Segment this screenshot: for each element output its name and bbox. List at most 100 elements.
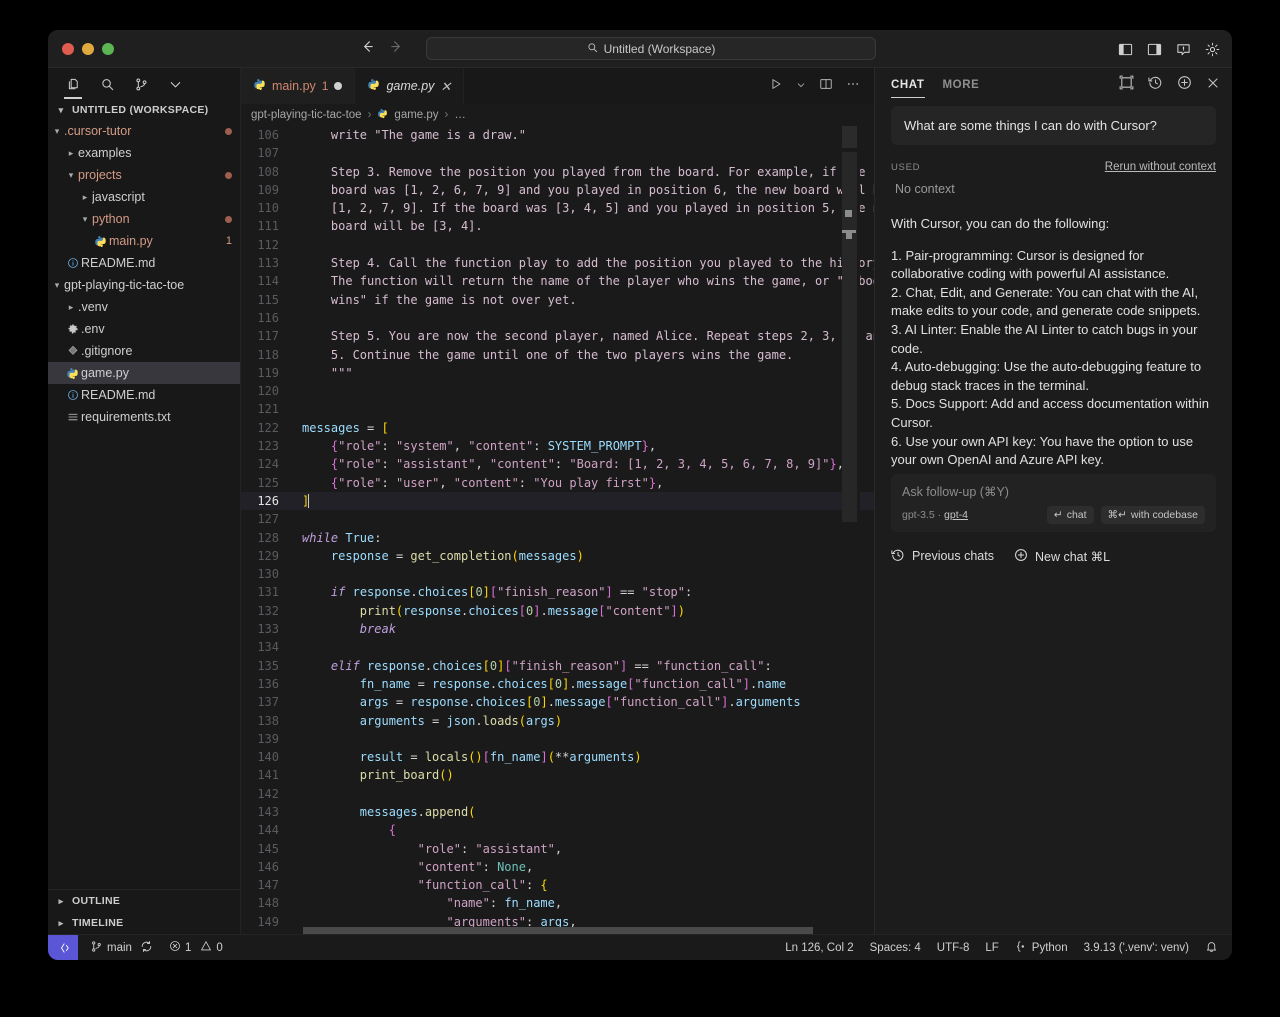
split-editor-icon[interactable] bbox=[819, 77, 833, 96]
maximize-window-button[interactable] bbox=[102, 42, 114, 55]
code-line[interactable]: 135 elif response.choices[0]["finish_rea… bbox=[241, 657, 874, 675]
command-search-box[interactable]: Untitled (Workspace) bbox=[426, 37, 876, 60]
code-line[interactable]: 139 bbox=[241, 730, 874, 748]
code-line[interactable]: 123 {"role": "system", "content": SYSTEM… bbox=[241, 437, 874, 455]
model-gpt35[interactable]: gpt-3.5 bbox=[902, 509, 935, 521]
run-dropdown-icon[interactable] bbox=[796, 77, 806, 95]
breadcrumb-file[interactable]: game.py bbox=[394, 109, 438, 121]
run-icon[interactable] bbox=[769, 77, 783, 96]
chat-input-placeholder[interactable]: Ask follow-up (⌘Y) bbox=[902, 484, 1205, 499]
code-line[interactable]: 147 "function_call": { bbox=[241, 876, 874, 894]
chevron-right-icon[interactable]: ▸ bbox=[64, 302, 78, 313]
tree-item-examples[interactable]: ▸ examples bbox=[48, 142, 240, 164]
editor-vertical-scrollbar[interactable] bbox=[860, 126, 874, 934]
code-line[interactable]: 127 bbox=[241, 510, 874, 528]
code-line[interactable]: 131 if response.choices[0]["finish_reaso… bbox=[241, 583, 874, 601]
code-line[interactable]: 146 "content": None, bbox=[241, 858, 874, 876]
chevron-down-icon[interactable]: ▾ bbox=[78, 214, 92, 225]
close-tab-icon[interactable]: ✕ bbox=[440, 80, 451, 93]
editor-minimap[interactable] bbox=[842, 126, 860, 934]
tree-item-requirements-txt[interactable]: requirements.txt bbox=[48, 406, 240, 428]
tree-item-gpt-playing-tic-tac-toe[interactable]: ▾ gpt-playing-tic-tac-toe bbox=[48, 274, 240, 296]
sync-icon[interactable] bbox=[140, 940, 153, 956]
chevron-right-icon[interactable]: ▸ bbox=[78, 192, 92, 203]
breadcrumb-symbol[interactable]: … bbox=[454, 109, 466, 121]
code-editor-viewport[interactable]: 106 write "The game is a draw." 107 108 S… bbox=[241, 126, 874, 934]
maximize-chat-icon[interactable] bbox=[1119, 75, 1134, 95]
tree-item-readme-md[interactable]: README.md bbox=[48, 252, 240, 274]
code-line[interactable]: 130 bbox=[241, 565, 874, 583]
previous-chats-button[interactable]: Previous chats bbox=[891, 548, 994, 565]
chevron-down-icon[interactable]: ▾ bbox=[64, 170, 78, 181]
new-chat-icon[interactable] bbox=[1177, 75, 1192, 95]
tree-item-projects[interactable]: ▾ projects bbox=[48, 164, 240, 186]
editor-tab-main-py[interactable]: main.py 1 bbox=[241, 68, 356, 104]
code-line[interactable]: 144 { bbox=[241, 821, 874, 839]
code-line[interactable]: 148 "name": fn_name, bbox=[241, 894, 874, 912]
tree-item-game-py[interactable]: game.py bbox=[48, 362, 240, 384]
code-line[interactable]: 126] bbox=[241, 491, 874, 511]
close-window-button[interactable] bbox=[62, 42, 74, 55]
code-line[interactable]: 140 result = locals()[fn_name](**argumen… bbox=[241, 748, 874, 766]
tree-item-javascript[interactable]: ▸ javascript bbox=[48, 186, 240, 208]
tree-item-readme-md[interactable]: README.md bbox=[48, 384, 240, 406]
explorer-icon[interactable] bbox=[56, 70, 90, 100]
tab-chat[interactable]: CHAT bbox=[891, 68, 925, 102]
chevron-down-icon[interactable] bbox=[158, 70, 192, 100]
code-line[interactable]: 110 [1, 2, 7, 9]. If the board was [3, 4… bbox=[241, 199, 874, 217]
editor-tab-game-py[interactable]: game.py ✕ bbox=[355, 68, 465, 104]
code-line[interactable]: 108 Step 3. Remove the position you play… bbox=[241, 163, 874, 181]
status-indentation[interactable]: Spaces: 4 bbox=[862, 935, 929, 961]
toggle-panel-icon[interactable] bbox=[1176, 42, 1191, 57]
tree-item--cursor-tutor[interactable]: ▾ .cursor-tutor bbox=[48, 120, 240, 142]
tree-item--gitignore[interactable]: .gitignore bbox=[48, 340, 240, 362]
code-line[interactable]: 134 bbox=[241, 638, 874, 656]
model-selector[interactable]: gpt-3.5 · gpt-4 bbox=[902, 509, 968, 521]
status-encoding[interactable]: UTF-8 bbox=[929, 935, 978, 961]
breadcrumb-folder[interactable]: gpt-playing-tic-tac-toe bbox=[251, 109, 362, 121]
close-chat-icon[interactable] bbox=[1206, 76, 1220, 95]
status-eol[interactable]: LF bbox=[977, 935, 1006, 961]
tab-more[interactable]: MORE bbox=[943, 68, 980, 102]
remote-window-indicator[interactable] bbox=[48, 934, 78, 960]
code-line[interactable]: 120 bbox=[241, 382, 874, 400]
code-line[interactable]: 111 board will be [3, 4]. bbox=[241, 217, 874, 235]
code-line[interactable]: 113 Step 4. Call the function play to ad… bbox=[241, 254, 874, 272]
code-line[interactable]: 143 messages.append( bbox=[241, 803, 874, 821]
workspace-root-header[interactable]: ▾ UNTITLED (WORKSPACE) bbox=[48, 101, 240, 119]
code-line[interactable]: 128 while True: bbox=[241, 529, 874, 547]
toggle-secondary-sidebar-icon[interactable] bbox=[1147, 42, 1162, 57]
tree-item--env[interactable]: .env bbox=[48, 318, 240, 340]
code-line[interactable]: 132 print(response.choices[0].message["c… bbox=[241, 602, 874, 620]
status-language[interactable]: Python bbox=[1007, 935, 1076, 961]
code-line[interactable]: 133 break bbox=[241, 620, 874, 638]
code-line[interactable]: 115 wins" if the game is not over yet. bbox=[241, 291, 874, 309]
source-control-icon[interactable] bbox=[124, 70, 158, 100]
status-interpreter[interactable]: 3.9.13 ('.venv': venv) bbox=[1076, 935, 1197, 961]
code-line[interactable]: 138 arguments = json.loads(args) bbox=[241, 712, 874, 730]
minimize-window-button[interactable] bbox=[82, 42, 94, 55]
code-line[interactable]: 114 The function will return the name of… bbox=[241, 272, 874, 290]
code-line[interactable]: 119 """ bbox=[241, 364, 874, 382]
model-gpt4[interactable]: gpt-4 bbox=[944, 509, 968, 521]
code-line[interactable]: 136 fn_name = response.choices[0].messag… bbox=[241, 675, 874, 693]
code-line[interactable]: 121 bbox=[241, 400, 874, 418]
status-branch[interactable]: main bbox=[78, 935, 161, 961]
toggle-primary-sidebar-icon[interactable] bbox=[1118, 42, 1133, 57]
chat-submit-chip[interactable]: ↵ chat bbox=[1046, 505, 1094, 524]
code-line[interactable]: 124 {"role": "assistant", "content": "Bo… bbox=[241, 455, 874, 473]
code-line[interactable]: 145 "role": "assistant", bbox=[241, 840, 874, 858]
editor-horizontal-scrollbar[interactable] bbox=[241, 927, 842, 934]
code-line[interactable]: 118 5. Continue the game until one of th… bbox=[241, 346, 874, 364]
chevron-down-icon[interactable]: ▾ bbox=[50, 280, 64, 291]
status-problems[interactable]: 1 0 bbox=[161, 935, 231, 961]
source-code[interactable]: 106 write "The game is a draw." 107 108 S… bbox=[241, 126, 874, 934]
back-arrow-icon[interactable] bbox=[360, 39, 375, 58]
more-actions-icon[interactable] bbox=[846, 77, 860, 96]
status-notifications[interactable] bbox=[1197, 935, 1232, 961]
chat-history-icon[interactable] bbox=[1148, 75, 1163, 95]
chevron-down-icon[interactable]: ▾ bbox=[50, 126, 64, 137]
tree-item-python[interactable]: ▾ python bbox=[48, 208, 240, 230]
code-line[interactable]: 116 bbox=[241, 309, 874, 327]
code-line[interactable]: 109 board was [1, 2, 6, 7, 9] and you pl… bbox=[241, 181, 874, 199]
